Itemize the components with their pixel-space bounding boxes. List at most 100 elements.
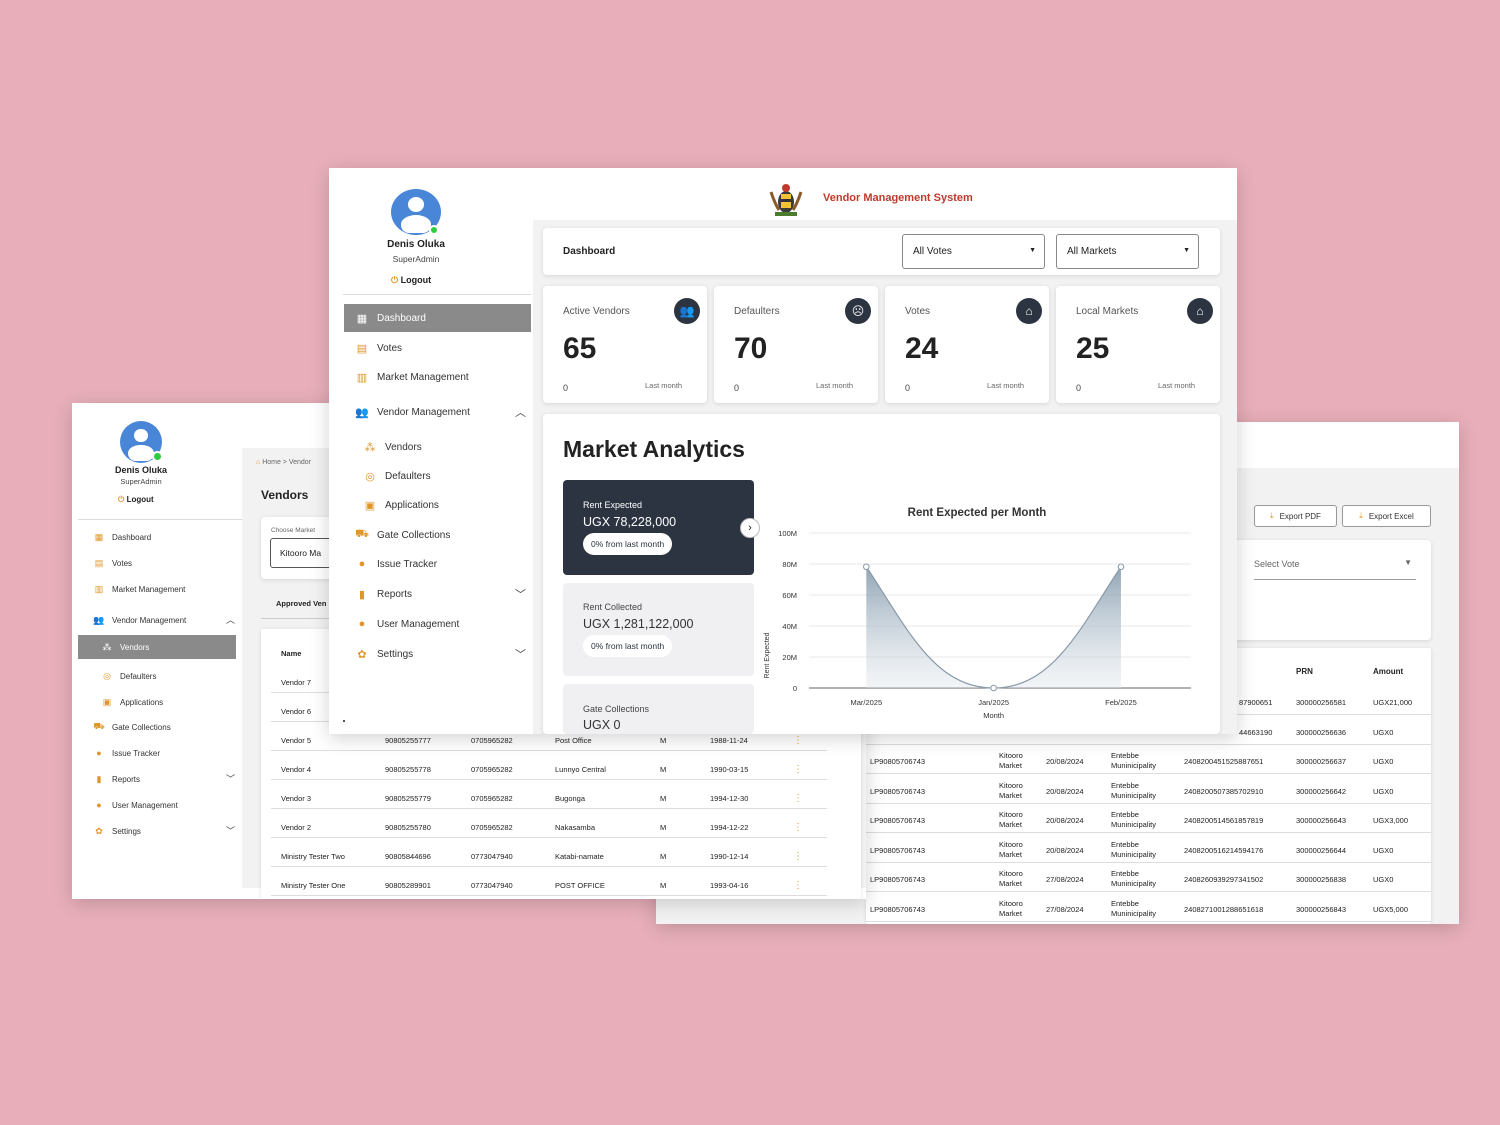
y-tick-label: 60M bbox=[782, 591, 797, 600]
x-tick-label: Jan/2025 bbox=[978, 698, 1009, 707]
cell-dob: 1990-12-14 bbox=[710, 852, 749, 861]
dashboard-icon: ▦ bbox=[356, 312, 368, 325]
row-divider bbox=[866, 832, 1431, 833]
row-divider bbox=[271, 808, 827, 809]
stat-card-active-vendors[interactable]: Active Vendors 👥 65 0 Last month bbox=[543, 286, 707, 403]
cell-vote: Entebbe Muninicipality bbox=[1111, 869, 1157, 888]
area-fill bbox=[866, 566, 1121, 688]
sidebar-item-applications[interactable]: ▣ Applications bbox=[78, 690, 236, 714]
home-icon: ⌂ bbox=[256, 459, 261, 466]
chevron-up-icon[interactable]: ︿ bbox=[226, 613, 235, 626]
stat-card-votes[interactable]: Votes ⌂ 24 0 Last month bbox=[885, 286, 1049, 403]
stat-period: Last month bbox=[987, 381, 1025, 390]
sidebar-item-gate-collections[interactable]: ⛟ Gate Collections bbox=[341, 521, 521, 549]
chevron-down-icon[interactable]: ﹀ bbox=[226, 824, 235, 837]
info-icon: ● bbox=[96, 748, 102, 758]
gear-icon: ✿ bbox=[357, 648, 367, 661]
row-divider bbox=[271, 837, 827, 838]
tile-label: Rent Collected bbox=[583, 602, 643, 612]
sidebar-item-issue-tracker[interactable]: ● Issue Tracker bbox=[78, 741, 236, 765]
x-tick-label: Feb/2025 bbox=[1105, 698, 1137, 707]
stat-card-defaulters[interactable]: Defaulters ☹ 70 0 Last month bbox=[714, 286, 878, 403]
votes-select[interactable]: All Votes ▼ bbox=[902, 234, 1045, 269]
sidebar-item-market-management[interactable]: ▥ Market Management bbox=[341, 363, 521, 391]
tile-gate-collections[interactable]: Gate Collections UGX 0 bbox=[563, 684, 754, 734]
power-icon: ⏻ bbox=[391, 275, 399, 285]
sidebar-item-vendor-management[interactable]: 👥 Vendor Management bbox=[341, 398, 521, 426]
sidebar-item-votes[interactable]: ▤ Votes bbox=[341, 334, 521, 362]
info-icon: ● bbox=[358, 558, 366, 570]
more-options-icon[interactable]: ⋮ bbox=[793, 735, 803, 746]
cell-reference: LP90805706743 bbox=[870, 845, 926, 855]
cell-gender: M bbox=[660, 823, 667, 832]
sidebar-item-defaulters[interactable]: ◎ Defaulters bbox=[349, 462, 529, 490]
markets-select[interactable]: All Markets ▼ bbox=[1056, 234, 1199, 269]
stat-card-local-markets[interactable]: Local Markets ⌂ 25 0 Last month bbox=[1056, 286, 1220, 403]
tab-approved-vendors[interactable]: Approved Ven bbox=[276, 599, 326, 608]
cell-reference: LP90805706743 bbox=[870, 875, 926, 884]
chevron-up-icon[interactable]: ︿ bbox=[515, 404, 526, 420]
people-icon: 👥 bbox=[355, 406, 369, 419]
more-options-icon[interactable]: ⋮ bbox=[793, 822, 803, 833]
sidebar-item-vendor-management[interactable]: 👥 Vendor Management bbox=[78, 608, 236, 632]
chevron-down-icon[interactable]: ﹀ bbox=[515, 646, 526, 662]
sidebar-item-settings[interactable]: ✿ Settings bbox=[78, 819, 236, 843]
user-name: Denis Oluka bbox=[114, 465, 168, 475]
column-header-amount: Amount bbox=[1373, 667, 1404, 676]
tile-rent-expected[interactable]: Rent Expected UGX 78,228,000 0% from las… bbox=[563, 480, 754, 575]
cell-amount: UGX3,000 bbox=[1373, 816, 1409, 825]
tile-label: Rent Expected bbox=[583, 500, 643, 510]
sidebar-item-defaulters[interactable]: ◎ Defaulters bbox=[78, 664, 236, 688]
y-tick-label: 100M bbox=[778, 529, 797, 538]
more-options-icon[interactable]: ⋮ bbox=[793, 764, 803, 775]
sidebar-item-settings[interactable]: ✿ Settings bbox=[341, 640, 521, 668]
user-name: Denis Oluka bbox=[387, 239, 445, 250]
cell-vote: Entebbe Muninicipality bbox=[1111, 810, 1157, 829]
data-point bbox=[863, 563, 870, 571]
row-divider bbox=[866, 891, 1431, 892]
stat-period: Last month bbox=[816, 381, 854, 390]
logout-button[interactable]: ⏻ Logout bbox=[391, 275, 431, 286]
export-excel-button[interactable]: ⤓ Export Excel bbox=[1342, 505, 1431, 527]
sidebar-item-vendors[interactable]: ⁂ Vendors bbox=[78, 635, 236, 659]
chevron-right-icon: › bbox=[748, 522, 752, 534]
chevron-down-icon[interactable]: ﹀ bbox=[515, 586, 526, 602]
cell-amount: UGX5,000 bbox=[1373, 904, 1409, 914]
more-options-icon[interactable]: ⋮ bbox=[793, 851, 803, 862]
row-divider bbox=[271, 779, 827, 780]
more-options-icon[interactable]: ⋮ bbox=[793, 793, 803, 804]
sidebar-item-market-management[interactable]: ▥ Market Management bbox=[78, 577, 236, 601]
page-title: Vendors bbox=[261, 488, 309, 502]
row-divider bbox=[866, 920, 1431, 922]
sidebar-item-dashboard[interactable]: ▦ Dashboard bbox=[344, 304, 531, 332]
cell-phone: 0705965282 bbox=[471, 794, 513, 803]
tile-rent-collected[interactable]: Rent Collected UGX 1,281,122,000 0% from… bbox=[563, 583, 754, 676]
download-icon: ⤓ bbox=[1270, 511, 1274, 520]
cell-phone: 0705965282 bbox=[471, 765, 513, 774]
user-icon: ● bbox=[358, 618, 366, 630]
sidebar-item-issue-tracker[interactable]: ● Issue Tracker bbox=[341, 550, 521, 578]
sidebar-item-gate-collections[interactable]: ⛟ Gate Collections bbox=[78, 715, 236, 739]
next-arrow-button[interactable]: › bbox=[740, 518, 760, 538]
cell-prn: 300000256643 bbox=[1296, 816, 1347, 825]
sidebar-item-dashboard[interactable]: ▦ Dashboard bbox=[78, 525, 236, 549]
vote-select[interactable]: Select Vote ▼ bbox=[1254, 554, 1416, 580]
sidebar-item-applications[interactable]: ▣ Applications bbox=[349, 491, 529, 519]
sidebar-item-user-management[interactable]: ● User Management bbox=[341, 610, 521, 638]
cell-phone: 0705965282 bbox=[471, 736, 513, 745]
sidebar-item-votes[interactable]: ▤ Votes bbox=[78, 551, 236, 575]
cell-amount: UGX0 bbox=[1373, 757, 1394, 766]
cell-transaction: 87900651 bbox=[1239, 698, 1273, 707]
cell-vote: Entebbe Muninicipality bbox=[1111, 839, 1157, 859]
sidebar-item-vendors[interactable]: ⁂ Vendors bbox=[349, 433, 529, 461]
export-pdf-button[interactable]: ⤓ Export PDF bbox=[1254, 505, 1337, 527]
more-options-icon[interactable]: ⋮ bbox=[793, 880, 803, 891]
sidebar-item-reports[interactable]: ▮ Reports bbox=[78, 767, 236, 791]
sidebar-item-reports[interactable]: ▮ Reports bbox=[341, 580, 521, 608]
stat-value: 70 bbox=[734, 332, 768, 365]
stat-change: 0 bbox=[734, 383, 740, 393]
sidebar-item-user-management[interactable]: ● User Management bbox=[78, 793, 236, 817]
chevron-down-icon[interactable]: ﹀ bbox=[226, 772, 235, 785]
logout-button[interactable]: ⏻ Logout bbox=[118, 495, 154, 505]
cell-amount: UGX21,000 bbox=[1373, 698, 1413, 707]
